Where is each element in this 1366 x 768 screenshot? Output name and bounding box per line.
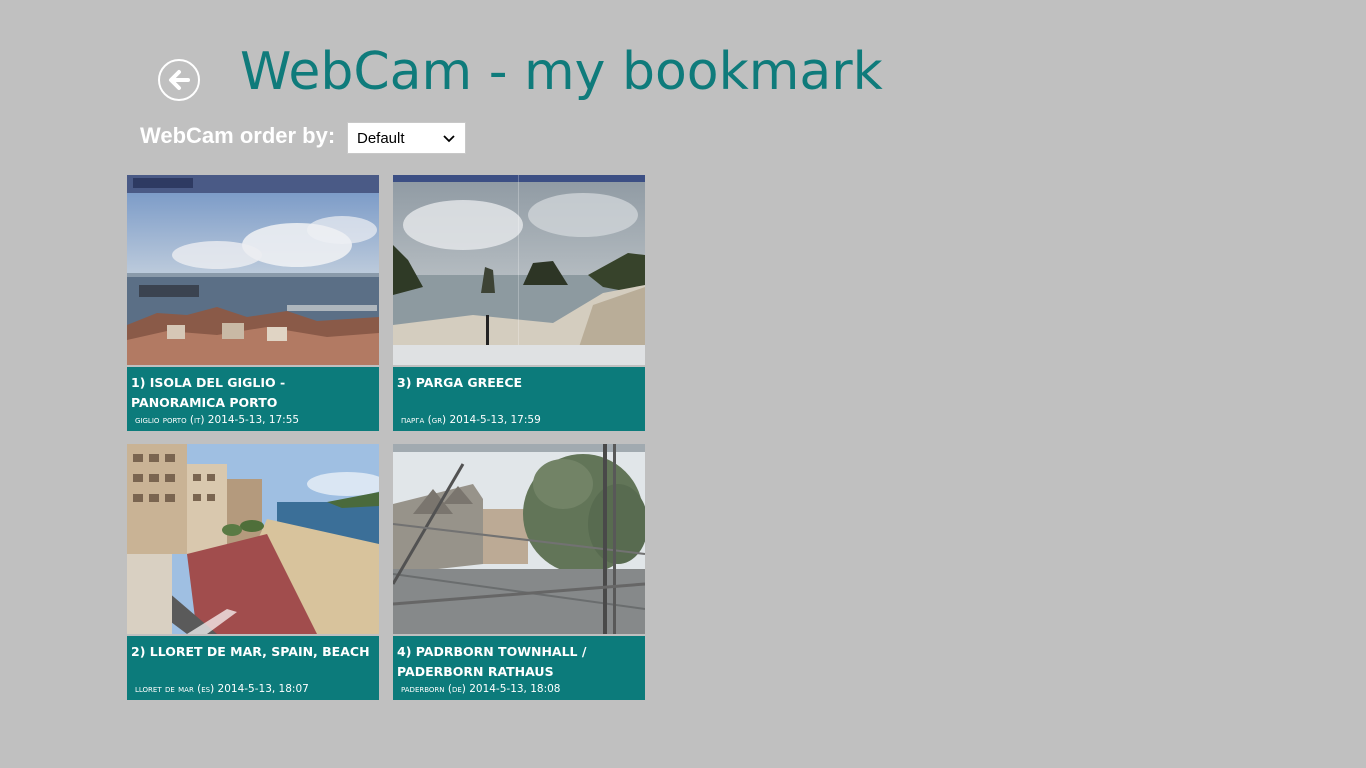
webcam-title: 1) ISOLA DEL GIGLIO - PANORAMICA PORTO bbox=[131, 375, 286, 410]
arrow-left-icon bbox=[169, 70, 190, 90]
webcam-thumbnail bbox=[393, 444, 645, 634]
page-title: WebCam - my bookmark bbox=[240, 42, 883, 102]
webcam-tile[interactable]: 1) ISOLA DEL GIGLIO - PANORAMICA PORTO g… bbox=[127, 175, 379, 431]
webcam-thumbnail bbox=[393, 175, 645, 365]
webcam-subtitle: lloret de mar (es) 2014-5-13, 18:07 bbox=[135, 683, 309, 695]
webcam-thumbnail bbox=[127, 175, 379, 365]
webcam-title: 4) PADRBORN TOWNHALL / PADERBORN RATHAUS bbox=[397, 644, 587, 679]
webcam-caption: 3) PARGA GREECE πарга (gr) 2014-5-13, 17… bbox=[393, 367, 645, 431]
order-by-selected: Default bbox=[357, 129, 405, 147]
webcam-tile[interactable]: 3) PARGA GREECE πарга (gr) 2014-5-13, 17… bbox=[393, 175, 645, 431]
order-by-label: WebCam order by: bbox=[140, 123, 336, 148]
chevron-down-icon bbox=[443, 135, 455, 143]
webcam-subtitle: πарга (gr) 2014-5-13, 17:59 bbox=[401, 414, 541, 426]
order-by-dropdown[interactable]: Default bbox=[347, 122, 466, 154]
webcam-title: 2) LLORET DE MAR, SPAIN, BEACH bbox=[131, 644, 370, 659]
webcam-tile[interactable]: 4) PADRBORN TOWNHALL / PADERBORN RATHAUS… bbox=[393, 444, 645, 700]
webcam-subtitle: paderborn (de) 2014-5-13, 18:08 bbox=[401, 683, 561, 695]
webcam-thumbnail bbox=[127, 444, 379, 634]
webcam-tile[interactable]: 2) LLORET DE MAR, SPAIN, BEACH lloret de… bbox=[127, 444, 379, 700]
back-button[interactable] bbox=[158, 59, 200, 101]
webcam-subtitle: giglio porto (it) 2014-5-13, 17:55 bbox=[135, 414, 300, 426]
webcam-caption: 1) ISOLA DEL GIGLIO - PANORAMICA PORTO g… bbox=[127, 367, 379, 431]
webcam-title: 3) PARGA GREECE bbox=[397, 375, 523, 390]
webcam-caption: 2) LLORET DE MAR, SPAIN, BEACH lloret de… bbox=[127, 636, 379, 700]
webcam-caption: 4) PADRBORN TOWNHALL / PADERBORN RATHAUS… bbox=[393, 636, 645, 700]
